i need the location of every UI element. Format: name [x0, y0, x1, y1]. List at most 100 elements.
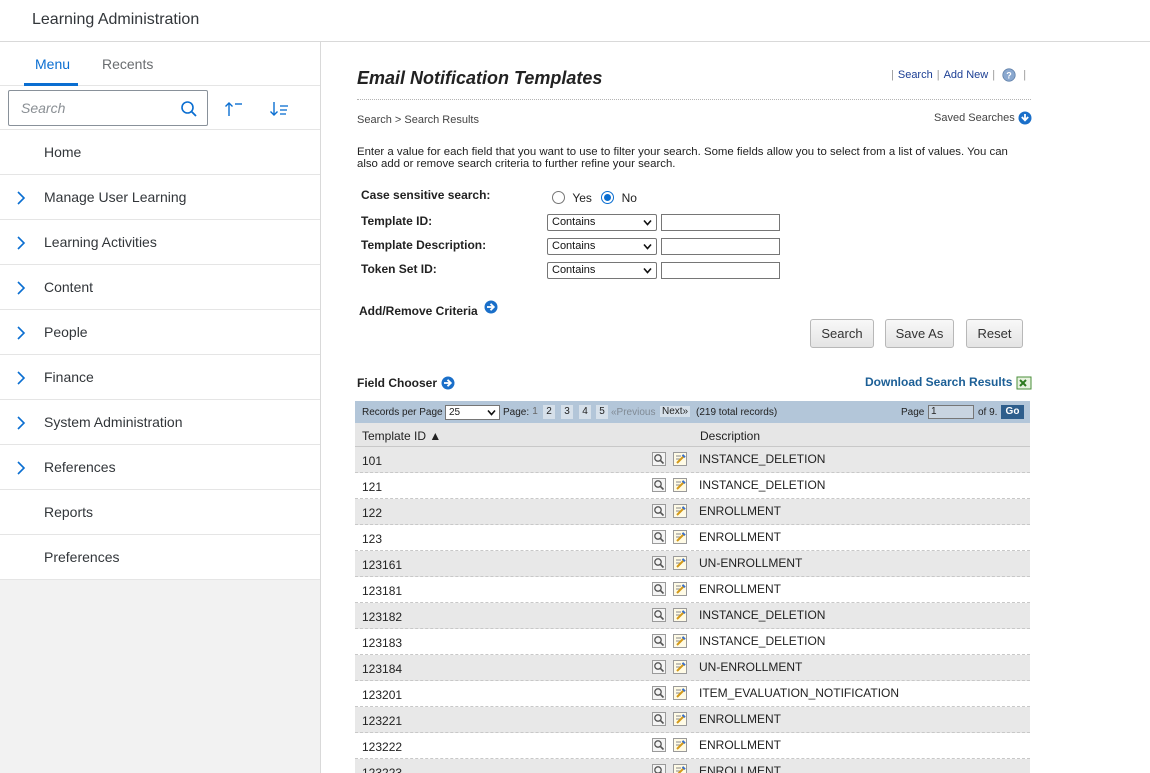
- next-page-link[interactable]: Next»: [660, 406, 691, 417]
- sidebar-item-label: People: [44, 324, 88, 340]
- edit-icon[interactable]: [673, 478, 687, 492]
- edit-icon[interactable]: [673, 608, 687, 622]
- sidebar-item-people[interactable]: People: [0, 310, 320, 355]
- table-header: Template ID ▲ Description: [355, 423, 1030, 447]
- view-icon[interactable]: [652, 764, 666, 773]
- chevron-down-icon: [643, 219, 652, 226]
- of-pages: of 9.: [978, 407, 998, 418]
- radio-yes-label: Yes: [572, 191, 592, 205]
- reset-button[interactable]: Reset: [966, 319, 1023, 348]
- search-button[interactable]: Search: [810, 319, 874, 348]
- edit-icon[interactable]: [673, 634, 687, 648]
- description-cell: ENROLLMENT: [699, 712, 782, 726]
- records-per-page-select[interactable]: 25: [445, 405, 500, 420]
- view-icon[interactable]: [652, 582, 666, 596]
- page-link-1[interactable]: 1: [529, 405, 541, 419]
- sidebar-item-manage-user-learning[interactable]: Manage User Learning: [0, 175, 320, 220]
- column-template-id[interactable]: Template ID ▲: [362, 429, 441, 443]
- sidebar-item-learning-activities[interactable]: Learning Activities: [0, 220, 320, 265]
- token-set-id-value-input[interactable]: [661, 262, 780, 279]
- arrow-right-circle-icon: [441, 376, 455, 390]
- template-id-cell: 123201: [362, 688, 403, 702]
- page-link-2[interactable]: 2: [543, 405, 555, 419]
- token-set-id-label: Token Set ID:: [361, 262, 437, 276]
- view-icon[interactable]: [652, 660, 666, 674]
- radio-no[interactable]: [601, 191, 615, 204]
- edit-icon[interactable]: [673, 452, 687, 466]
- table-row: 123181 ENROLLMENT: [355, 577, 1030, 603]
- view-icon[interactable]: [652, 452, 666, 466]
- page-link-4[interactable]: 4: [579, 405, 591, 419]
- download-search-results-link[interactable]: Download Search Results: [865, 375, 1032, 390]
- description-cell: ENROLLMENT: [699, 504, 782, 518]
- view-icon[interactable]: [652, 478, 666, 492]
- go-button[interactable]: Go: [1001, 405, 1024, 419]
- sort-ascending-icon[interactable]: [224, 100, 244, 118]
- sidebar-item-home[interactable]: Home: [0, 130, 320, 175]
- description-cell: ENROLLMENT: [699, 582, 782, 596]
- sidebar-item-label: Home: [44, 144, 82, 160]
- template-id-label: Template ID:: [361, 214, 433, 228]
- edit-icon[interactable]: [673, 582, 687, 596]
- main-content: Email Notification Templates | Search | Add…: [322, 42, 1150, 773]
- sidebar-item-preferences[interactable]: Preferences: [0, 535, 320, 580]
- add-new-link[interactable]: Add New: [944, 69, 989, 81]
- sidebar-item-finance[interactable]: Finance: [0, 355, 320, 400]
- app-title: Learning Administration: [32, 11, 200, 28]
- view-icon[interactable]: [652, 686, 666, 700]
- template-id-cell: 123223: [362, 766, 403, 773]
- edit-icon[interactable]: [673, 712, 687, 726]
- page-number-input[interactable]: 1: [928, 405, 974, 419]
- page-link-5[interactable]: 5: [596, 405, 608, 419]
- template-id-cell: 123221: [362, 714, 403, 728]
- view-icon[interactable]: [652, 634, 666, 648]
- chevron-down-icon: [643, 267, 652, 274]
- radio-no-label: No: [621, 191, 637, 205]
- save-as-button[interactable]: Save As: [885, 319, 954, 348]
- view-icon[interactable]: [652, 608, 666, 622]
- sidebar-item-reports[interactable]: Reports: [0, 490, 320, 535]
- search-icon[interactable]: [180, 100, 198, 118]
- template-id-operator-select[interactable]: Contains: [547, 214, 657, 231]
- search-link[interactable]: Search: [898, 69, 933, 81]
- view-icon[interactable]: [652, 556, 666, 570]
- previous-page-link[interactable]: «Previous: [611, 407, 655, 418]
- sort-descending-icon[interactable]: [269, 100, 289, 118]
- sidebar-item-references[interactable]: References: [0, 445, 320, 490]
- edit-icon[interactable]: [673, 686, 687, 700]
- column-description: Description: [700, 429, 761, 443]
- token-set-id-operator-select[interactable]: Contains: [547, 262, 657, 279]
- edit-icon[interactable]: [673, 764, 687, 773]
- field-chooser-link[interactable]: Field Chooser: [357, 376, 455, 390]
- edit-icon[interactable]: [673, 556, 687, 570]
- edit-icon[interactable]: [673, 504, 687, 518]
- edit-icon[interactable]: [673, 660, 687, 674]
- chevron-right-icon: [17, 371, 26, 385]
- view-icon[interactable]: [652, 712, 666, 726]
- edit-icon[interactable]: [673, 738, 687, 752]
- sidebar-item-label: Learning Activities: [44, 234, 157, 250]
- template-description-operator-select[interactable]: Contains: [547, 238, 657, 255]
- pager-bar: Records per Page 25 Page: 1 2 3 4 5 «Pre…: [355, 401, 1030, 423]
- template-id-value-input[interactable]: [661, 214, 780, 231]
- saved-searches-link[interactable]: Saved Searches: [934, 111, 1032, 125]
- view-icon[interactable]: [652, 504, 666, 518]
- template-description-value-input[interactable]: [661, 238, 780, 255]
- tab-menu[interactable]: Menu: [35, 56, 70, 72]
- sidebar-item-content[interactable]: Content: [0, 265, 320, 310]
- sidebar-search-input[interactable]: [9, 91, 179, 125]
- template-id-operator-value: Contains: [552, 216, 596, 228]
- tab-recents[interactable]: Recents: [102, 56, 153, 72]
- help-icon[interactable]: ?: [1002, 68, 1016, 82]
- sidebar-item-system-administration[interactable]: System Administration: [0, 400, 320, 445]
- view-icon[interactable]: [652, 738, 666, 752]
- page-link-3[interactable]: 3: [561, 405, 573, 419]
- template-id-cell: 123181: [362, 584, 403, 598]
- view-icon[interactable]: [652, 530, 666, 544]
- radio-yes[interactable]: [552, 191, 565, 204]
- edit-icon[interactable]: [673, 530, 687, 544]
- add-remove-criteria-link[interactable]: Add/Remove Criteria: [359, 300, 498, 318]
- sidebar-item-label: Content: [44, 279, 94, 295]
- excel-icon: [1016, 376, 1032, 390]
- description-cell: UN-ENROLLMENT: [699, 660, 803, 674]
